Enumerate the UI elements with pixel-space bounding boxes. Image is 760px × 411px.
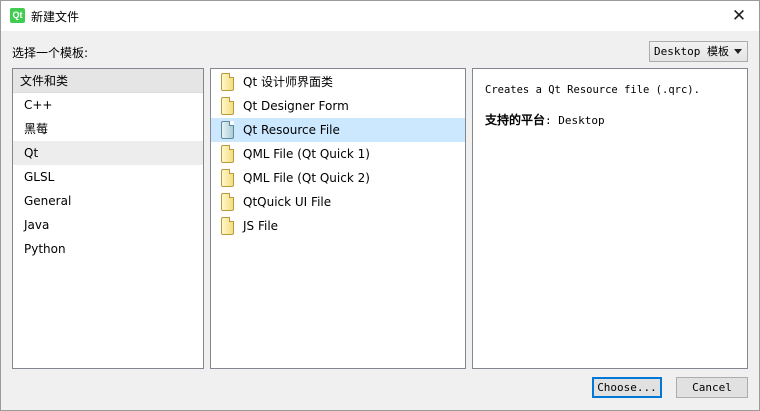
template-item-qtquick-ui[interactable]: QtQuick UI File — [211, 190, 465, 214]
template-item-js-file[interactable]: JS File — [211, 214, 465, 238]
file-icon — [221, 169, 234, 187]
choose-button[interactable]: Choose... — [592, 377, 662, 398]
template-item-label: QML File (Qt Quick 1) — [243, 147, 370, 161]
template-item-designer-form-class[interactable]: Qt 设计师界面类 — [211, 70, 465, 94]
file-icon — [221, 193, 234, 211]
file-icon — [221, 217, 234, 235]
template-item-resource-file[interactable]: Qt Resource File — [211, 118, 465, 142]
platform-filter-value: Desktop 模板 — [654, 45, 729, 58]
template-item-label: Qt Resource File — [243, 123, 340, 137]
category-item-qt[interactable]: Qt — [13, 141, 203, 165]
category-group-header[interactable]: 文件和类 — [13, 69, 203, 93]
chevron-down-icon — [734, 49, 742, 54]
template-item-label: QtQuick UI File — [243, 195, 332, 209]
platforms-label: 支持的平台 — [485, 113, 546, 127]
category-list: 文件和类 C++ 黑莓 Qt GLSL General Java Python — [12, 68, 204, 369]
category-item-general[interactable]: General — [13, 189, 203, 213]
category-item-python[interactable]: Python — [13, 237, 203, 261]
template-item-label: QML File (Qt Quick 2) — [243, 171, 370, 185]
category-item-glsl[interactable]: GLSL — [13, 165, 203, 189]
resource-file-icon — [221, 121, 234, 139]
category-item-java[interactable]: Java — [13, 213, 203, 237]
template-item-label: Qt 设计师界面类 — [243, 75, 333, 89]
close-button[interactable]: ✕ — [719, 1, 759, 31]
choose-template-label: 选择一个模板: — [12, 46, 89, 60]
file-icon — [221, 145, 234, 163]
template-details: Creates a Qt Resource file (.qrc). 支持的平台… — [472, 68, 748, 369]
template-item-qml-quick1[interactable]: QML File (Qt Quick 1) — [211, 142, 465, 166]
platform-filter-dropdown[interactable]: Desktop 模板 — [649, 41, 748, 62]
qt-logo-icon: Qt — [10, 8, 25, 23]
file-icon — [221, 73, 234, 91]
template-item-designer-form[interactable]: Qt Designer Form — [211, 94, 465, 118]
category-item-blackberry[interactable]: 黑莓 — [13, 117, 203, 141]
file-icon — [221, 97, 234, 115]
template-item-label: Qt Designer Form — [243, 99, 349, 113]
template-list: Qt 设计师界面类 Qt Designer Form Qt Resource F… — [210, 68, 466, 369]
template-description: Creates a Qt Resource file (.qrc). — [485, 84, 700, 96]
title-bar: Qt 新建文件 ✕ — [0, 0, 760, 31]
platforms-value: : Desktop — [545, 114, 605, 127]
supported-platforms: 支持的平台: Desktop — [485, 111, 605, 128]
template-item-qml-quick2[interactable]: QML File (Qt Quick 2) — [211, 166, 465, 190]
cancel-button[interactable]: Cancel — [676, 377, 748, 398]
template-item-label: JS File — [243, 219, 279, 233]
window-title: 新建文件 — [31, 10, 80, 24]
category-item-cpp[interactable]: C++ — [13, 93, 203, 117]
